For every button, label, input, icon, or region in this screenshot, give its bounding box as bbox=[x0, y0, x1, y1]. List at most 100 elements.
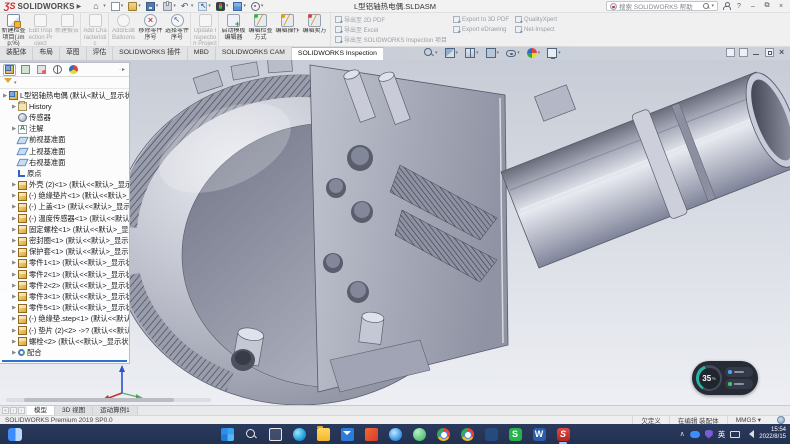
tab-scroll-first-icon[interactable]: « bbox=[2, 407, 9, 414]
taskbar-app-button[interactable] bbox=[388, 426, 403, 442]
tree-item[interactable]: ▶ 原点 bbox=[0, 168, 129, 179]
tree-item[interactable]: ▶ (-) 绝缘垫.step<1> (默认<<默认> bbox=[0, 314, 129, 325]
ribbon-tab[interactable]: 草图 bbox=[60, 47, 87, 60]
export-menu-item[interactable]: 导出至 Excel bbox=[335, 25, 447, 34]
tray-expand-icon[interactable]: ∧ bbox=[680, 430, 685, 438]
tree-item[interactable]: ▶ 配合 bbox=[0, 347, 129, 358]
tab-scroll-next-icon[interactable]: › bbox=[18, 407, 25, 414]
ribbon-tab[interactable]: 装配体 bbox=[0, 47, 33, 60]
overlay-row-2[interactable] bbox=[725, 379, 753, 389]
ribbon-tab[interactable]: SOLIDWORKS CAM bbox=[216, 47, 292, 60]
dropdown-caret-icon[interactable]: ▾ bbox=[226, 3, 229, 9]
tab-scroll-prev-icon[interactable]: ‹ bbox=[10, 407, 17, 414]
scrollbar-thumb[interactable] bbox=[24, 398, 174, 402]
view-tool-button[interactable]: ▾ bbox=[486, 48, 500, 58]
doc-minimize-icon[interactable] bbox=[752, 48, 761, 57]
search-dropdown-icon[interactable]: ▾ bbox=[711, 3, 714, 9]
tree-item[interactable]: ▶ 固定螺栓<1> (默认<<默认>_显示 bbox=[0, 224, 129, 235]
dropdown-caret-icon[interactable]: ▾ bbox=[173, 3, 176, 9]
quick-access-button[interactable]: ▾ bbox=[128, 2, 141, 11]
restore-button[interactable]: ⧉ bbox=[762, 1, 772, 11]
document-tab[interactable]: 模型 bbox=[27, 406, 55, 415]
taskbar-app-button[interactable] bbox=[268, 426, 283, 442]
view-tool-button[interactable]: ▾ bbox=[527, 48, 541, 58]
ime-language-indicator[interactable]: 英 bbox=[718, 429, 726, 440]
menu-expand-icon[interactable]: ▶ bbox=[77, 3, 82, 10]
minimize-button[interactable]: – bbox=[748, 1, 758, 11]
tree-item[interactable]: ▶ (-) 温度传感器<1> (默认<<默认> bbox=[0, 213, 129, 224]
ribbon-button[interactable]: Add/Edit Balloons bbox=[110, 13, 137, 46]
quick-access-button[interactable]: ▾ bbox=[198, 2, 211, 11]
graphics-area[interactable]: ·▸ ▾ ▶ L型铝轴热电偶 (默认<默认_显示状态-1> ▶ bbox=[0, 60, 790, 405]
ribbon-button[interactable]: Update Inspection Project bbox=[192, 13, 219, 46]
taskbar-app-button[interactable]: W bbox=[532, 426, 547, 442]
ribbon-tab[interactable]: MBD bbox=[188, 47, 216, 60]
export-menu-item[interactable]: 导出至 2D PDF bbox=[335, 15, 447, 24]
dropdown-caret-icon[interactable]: ▾ bbox=[456, 50, 459, 56]
tree-item[interactable]: ▶ (-) 绝缘垫片<1> (默认<<默认>_显 bbox=[0, 191, 129, 202]
taskbar-app-button[interactable] bbox=[316, 426, 331, 442]
ribbon-button[interactable]: Add Characteristic bbox=[82, 13, 109, 46]
export-menu-item[interactable]: Export to 3D PDF bbox=[453, 15, 509, 24]
security-shield-icon[interactable] bbox=[705, 430, 713, 439]
quick-access-button[interactable]: ▾ bbox=[233, 2, 246, 11]
quick-access-button[interactable]: ▾ bbox=[146, 2, 159, 11]
tree-item[interactable]: ▶ 零件2<1> (默认<<默认>_显示状 bbox=[0, 269, 129, 280]
ribbon-tab[interactable]: SOLIDWORKS Inspection bbox=[292, 47, 384, 60]
tree-item[interactable]: ▶ (-) 垫片 (2)<2> ->? (默认<<默认> bbox=[0, 325, 129, 336]
taskbar-app-button[interactable] bbox=[340, 426, 355, 442]
taskbar-app-button[interactable] bbox=[220, 426, 235, 442]
dropdown-caret-icon[interactable]: ▾ bbox=[156, 3, 159, 9]
quick-access-button[interactable]: ▾ bbox=[163, 2, 176, 11]
tree-item[interactable]: ▶ History bbox=[0, 101, 129, 112]
dropdown-caret-icon[interactable]: ▾ bbox=[558, 50, 561, 56]
doc-close-icon[interactable] bbox=[778, 48, 787, 57]
dropdown-caret-icon[interactable]: ▾ bbox=[208, 3, 211, 9]
onedrive-icon[interactable] bbox=[690, 431, 700, 438]
ribbon-button[interactable]: 启动模板编辑器 bbox=[220, 13, 247, 46]
tree-item[interactable]: ▶ 右视基准面 bbox=[0, 157, 129, 168]
units-selector[interactable]: MMGS ▾ bbox=[727, 416, 769, 424]
panel-tab-overflow-icon[interactable]: ·▸ bbox=[119, 66, 126, 73]
tab-scroll-buttons[interactable]: « ‹ › bbox=[0, 406, 27, 415]
export-menu-item[interactable]: Net-Inspect bbox=[515, 25, 557, 34]
ribbon-button[interactable]: 编辑检查方式 bbox=[247, 13, 274, 46]
rollback-bar[interactable] bbox=[2, 360, 127, 362]
tree-item[interactable]: ▶ 零件2<2> (默认<<默认>_显示状 bbox=[0, 280, 129, 291]
panel-tab[interactable] bbox=[19, 64, 32, 76]
export-menu-item[interactable]: QualityXpert bbox=[515, 15, 557, 24]
tree-item[interactable]: ▶ 螺栓<2> (默认<<默认>_显示状态 bbox=[0, 336, 129, 347]
quick-access-button[interactable]: ▾ bbox=[111, 2, 124, 11]
panel-tab[interactable] bbox=[67, 64, 80, 76]
tree-item[interactable]: ▶ 零件5<1> (默认<<默认>_显示状态 bbox=[0, 303, 129, 314]
dropdown-caret-icon[interactable]: ▾ bbox=[261, 3, 264, 9]
tree-filter[interactable]: ▾ bbox=[0, 77, 129, 89]
view-tool-button[interactable]: ▾ bbox=[506, 49, 520, 57]
quick-access-button[interactable]: ▾ bbox=[181, 2, 194, 11]
tree-item[interactable]: ▶ 传感器 bbox=[0, 112, 129, 123]
tag-icon[interactable] bbox=[777, 416, 785, 424]
ribbon-tab[interactable]: 布局 bbox=[33, 47, 60, 60]
dropdown-caret-icon[interactable]: ▾ bbox=[138, 3, 141, 9]
dropdown-caret-icon[interactable]: ▾ bbox=[191, 3, 194, 9]
filter-caret-icon[interactable]: ▾ bbox=[14, 80, 17, 86]
doc-restore-icon[interactable] bbox=[765, 48, 774, 57]
ribbon-button[interactable]: 选择零件序号 bbox=[164, 13, 191, 46]
quick-access-button[interactable]: ▾ bbox=[216, 2, 229, 11]
view-tool-button[interactable]: ▾ bbox=[424, 48, 438, 58]
ribbon-button[interactable]: 编辑操作 bbox=[274, 13, 301, 46]
dropdown-caret-icon[interactable]: ▾ bbox=[103, 3, 106, 9]
tree-item[interactable]: ▶ 零件3<1> (默认<<默认>_显示状态 bbox=[0, 291, 129, 302]
taskbar-app-button[interactable] bbox=[244, 426, 259, 442]
dropdown-caret-icon[interactable]: ▾ bbox=[476, 50, 479, 56]
ribbon-tab[interactable]: 评估 bbox=[87, 47, 114, 60]
dropdown-caret-icon[interactable]: ▾ bbox=[121, 3, 124, 9]
search-icon[interactable] bbox=[703, 3, 709, 9]
close-button[interactable]: × bbox=[776, 1, 786, 11]
view-tool-button[interactable]: ▾ bbox=[547, 48, 561, 58]
split-pane-icon[interactable] bbox=[726, 48, 735, 57]
horizontal-scrollbar[interactable] bbox=[6, 398, 211, 402]
document-tab[interactable]: 运动算例1 bbox=[93, 406, 138, 415]
ribbon-button[interactable]: 新建检查项目(.imp;%) bbox=[0, 13, 27, 46]
overlay-row-1[interactable] bbox=[725, 367, 753, 377]
